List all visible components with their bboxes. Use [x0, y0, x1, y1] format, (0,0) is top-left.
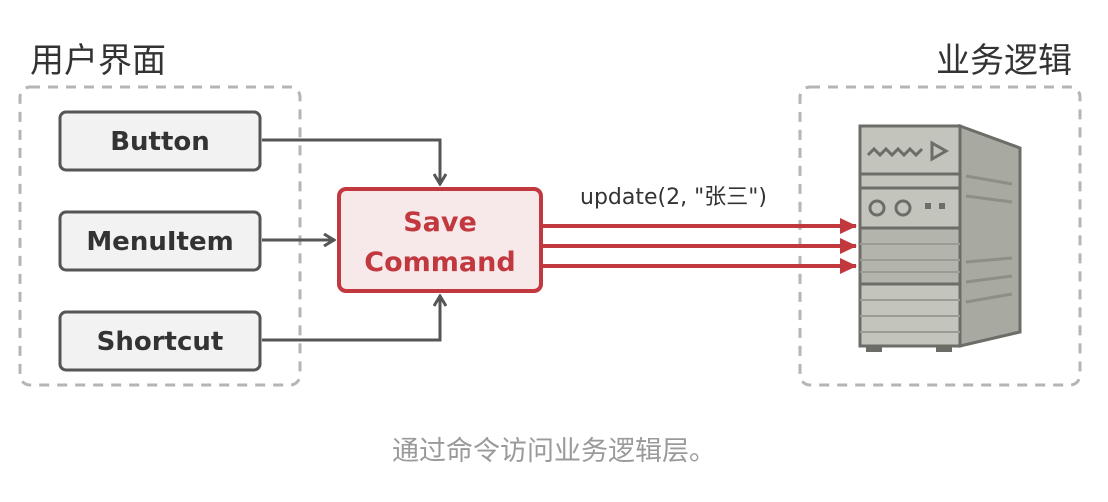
menu-item-node-label: MenuItem — [86, 227, 233, 257]
save-command-label-line2: Command — [364, 247, 515, 278]
diagram-caption: 通过命令访问业务逻辑层。 — [392, 436, 716, 467]
button-to-command-arrow — [262, 138, 440, 184]
button-node-label: Button — [110, 127, 210, 157]
diagram-canvas: 用户界面 业务逻辑 Button MenuItem Shortcut Save … — [18, 41, 1082, 467]
ui-group-label: 用户界面 — [30, 41, 166, 81]
save-command-label-line1: Save — [403, 207, 477, 238]
update-call-label: update(2, "张三") — [580, 185, 767, 210]
business-group-label: 业务逻辑 — [936, 41, 1072, 81]
shortcut-node[interactable]: Shortcut — [58, 310, 262, 372]
server-tower-icon — [858, 123, 1022, 352]
button-node[interactable]: Button — [58, 110, 262, 172]
shortcut-node-label: Shortcut — [97, 327, 224, 357]
menu-item-node[interactable]: MenuItem — [58, 210, 262, 272]
diagram-stage: 用户界面 业务逻辑 Button MenuItem Shortcut Save … — [0, 0, 1108, 502]
shortcut-to-command-arrow — [262, 296, 440, 342]
save-command-node[interactable]: Save Command — [337, 187, 543, 293]
